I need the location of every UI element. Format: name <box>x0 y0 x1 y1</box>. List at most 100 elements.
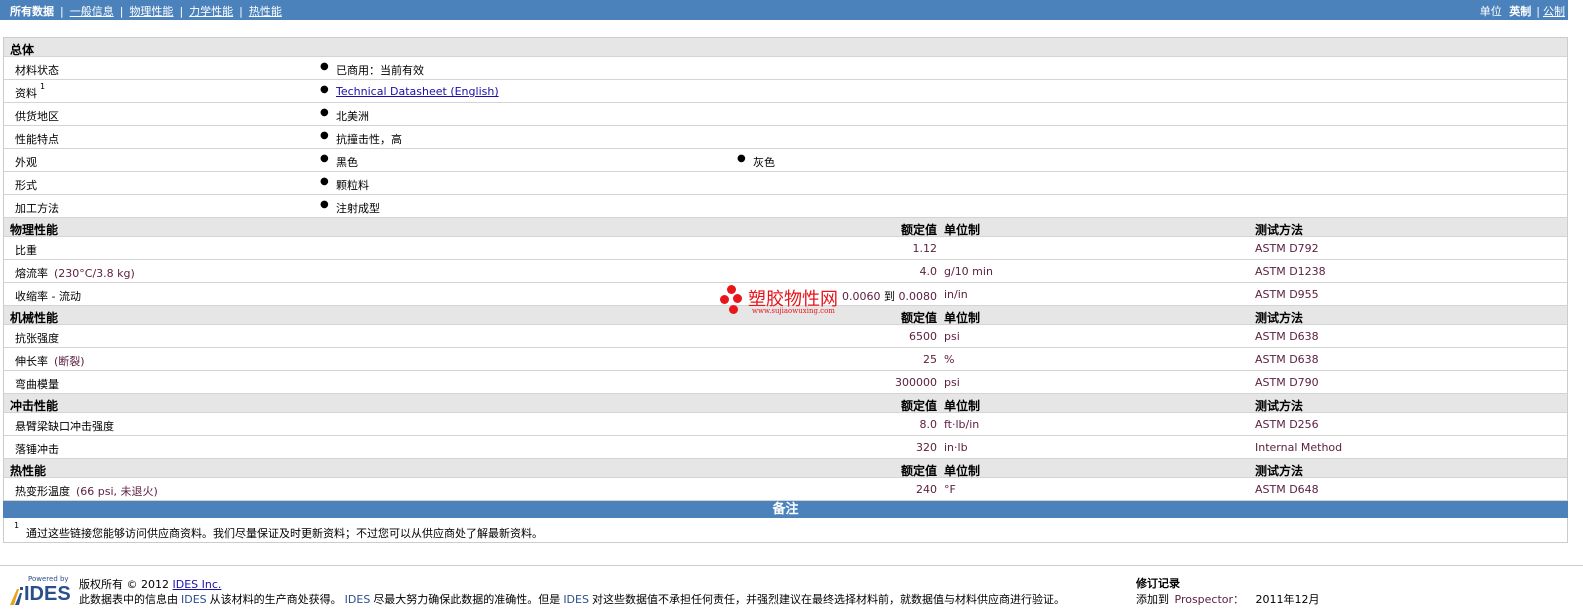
test-method: ASTM D955 <box>1255 288 1319 301</box>
tab-general-info[interactable]: 一般信息 <box>70 5 114 18</box>
property-label: 加工方法 <box>15 202 59 215</box>
column-header-test: 测试方法 <box>1255 464 1304 478</box>
datasheet-table: 总体 材料状态 ● 已商用：当前有效 资料1 ● Technical Datas… <box>3 37 1568 501</box>
tab-all-data[interactable]: 所有数据 <box>10 5 54 18</box>
column-header-unit: 单位制 <box>944 399 981 413</box>
ides-logo[interactable]: Powered by IDES <box>6 575 72 609</box>
section-title: 总体 <box>10 43 35 57</box>
revision-date: 2011年12月 <box>1255 593 1320 606</box>
bullet-icon: ● <box>320 199 329 210</box>
bullet-icon: ● <box>320 107 329 118</box>
property-row: 抗张强度 6500 psi ASTM D638 <box>4 325 1567 348</box>
test-method: ASTM D1238 <box>1255 265 1326 278</box>
general-row: 材料状态 ● 已商用：当前有效 <box>4 57 1567 80</box>
notes-header: 备注 <box>3 501 1568 518</box>
unit-label: 单位 <box>1479 5 1502 18</box>
section-header-general: 总体 <box>4 38 1567 57</box>
nominal-value: 4.0 <box>919 265 938 278</box>
test-method: ASTM D790 <box>1255 376 1319 389</box>
disclaimer-text: 尽最大努力确保此数据的准确性。但是 <box>373 593 561 606</box>
logo-powered-by: Powered by <box>28 575 69 583</box>
tab-physical[interactable]: 物理性能 <box>129 5 173 18</box>
unit-value: in/in <box>944 288 968 301</box>
tab-thermal[interactable]: 热性能 <box>249 5 282 18</box>
column-header-unit: 单位制 <box>944 464 981 478</box>
disclaimer-text: 对这些数据值不承担任何责任，并强烈建议在最终选择材料前，就数据值与材料供应商进行… <box>591 593 1065 606</box>
section-title: 机械性能 <box>10 311 59 325</box>
datasheet-link[interactable]: Technical Datasheet (English) <box>336 85 499 98</box>
test-method: ASTM D648 <box>1255 483 1319 496</box>
property-value: 注射成型 <box>336 202 380 215</box>
range-to: 0.0080 <box>898 290 938 303</box>
column-header-test: 测试方法 <box>1255 223 1304 237</box>
unit-separator: | <box>1536 5 1540 18</box>
test-method: ASTM D638 <box>1255 353 1319 366</box>
property-label: 形式 <box>15 179 37 192</box>
property-label: 熔流率 (230°C/3.8 kg) <box>15 265 135 281</box>
column-header-nominal: 额定值 <box>900 464 937 478</box>
property-row: 比重 1.12 ASTM D792 <box>4 237 1567 260</box>
ides-mark-icon <box>10 587 23 605</box>
column-header-test: 测试方法 <box>1255 399 1304 413</box>
disclaimer: 此数据表中的信息由 IDES 从该材料的生产商处获得。 IDES 尽最大努力确保此数据的… <box>79 591 1065 607</box>
tab-mechanical[interactable]: 力学性能 <box>189 5 233 18</box>
ides-name: IDES <box>563 593 589 606</box>
property-row: 落锤冲击 320 in·lb Internal Method <box>4 436 1567 459</box>
unit-value: psi <box>944 330 960 343</box>
note-row: 1 通过这些链接您能够访问供应商资料。我们尽量保证及时更新资料；不过您可以从供应… <box>3 518 1568 543</box>
column-header-nominal: 额定值 <box>900 223 937 237</box>
bullet-icon: ● <box>320 61 329 72</box>
unit-english[interactable]: 英制 <box>1509 5 1531 18</box>
prospector-label: Prospector： <box>1174 593 1245 606</box>
ides-link[interactable]: IDES Inc. <box>173 578 222 591</box>
revision-added-label: 添加到 <box>1136 593 1169 606</box>
property-label: 弯曲模量 <box>15 378 59 391</box>
watermark-dot <box>727 285 736 294</box>
test-method: ASTM D792 <box>1255 242 1319 255</box>
property-label-text: 热变形温度 <box>15 485 70 498</box>
property-row: 热变形温度 (66 psi, 未退火) 240 °F ASTM D648 <box>4 478 1567 501</box>
copyright: 版权所有 © 2012 IDES Inc. <box>79 576 221 592</box>
footnote-marker: 1 <box>40 82 46 91</box>
watermark-dot <box>720 295 729 304</box>
test-method: ASTM D256 <box>1255 418 1319 431</box>
property-label: 落锤冲击 <box>15 443 59 456</box>
tab-separator: | <box>179 5 184 18</box>
footnote-marker: 1 <box>14 521 20 530</box>
revision-title: 修订记录 <box>1136 577 1180 590</box>
property-condition: (66 psi, 未退火) <box>76 485 158 498</box>
property-label: 性能特点 <box>15 133 59 146</box>
property-value: 黑色 <box>336 156 358 169</box>
bullet-icon: ● <box>320 176 329 187</box>
unit-value: g/10 min <box>944 265 993 278</box>
nominal-value: 240 <box>916 483 937 496</box>
section-header-thermal: 热性能 额定值 单位制 测试方法 <box>4 459 1567 478</box>
property-value-secondary: 灰色 <box>753 156 775 169</box>
watermark-logo: 塑胶物性网 www.sujiaowuxing.com <box>720 283 860 323</box>
unit-switcher: 单位 英制 | 公制 <box>1480 3 1565 19</box>
ides-name: IDES <box>344 593 371 606</box>
note-text: 通过这些链接您能够访问供应商资料。我们尽量保证及时更新资料；不过您可以从供应商处… <box>26 527 543 540</box>
general-row: 供货地区 ● 北美洲 <box>4 103 1567 126</box>
nominal-value: 25 <box>923 353 937 366</box>
property-row: 熔流率 (230°C/3.8 kg) 4.0 g/10 min ASTM D123… <box>4 260 1567 283</box>
watermark-dot <box>733 294 742 303</box>
unit-metric-link[interactable]: 公制 <box>1543 5 1565 18</box>
property-label-text: 伸长率 <box>15 355 48 368</box>
property-row: 弯曲模量 300000 psi ASTM D790 <box>4 371 1567 394</box>
column-header-test: 测试方法 <box>1255 311 1304 325</box>
nominal-value: 8.0 <box>919 418 938 431</box>
column-header-nominal: 额定值 <box>900 399 937 413</box>
property-label-text: 熔流率 <box>15 267 48 280</box>
range-to-word: 到 <box>884 290 895 303</box>
property-label: 供货地区 <box>15 110 59 123</box>
data-tabs: 所有数据 | 一般信息 | 物理性能 | 力学性能 | 热性能 <box>10 3 282 19</box>
property-label: 抗张强度 <box>15 332 59 345</box>
property-value: 北美洲 <box>336 110 369 123</box>
bullet-icon: ● <box>320 130 329 141</box>
test-method: ASTM D638 <box>1255 330 1319 343</box>
column-header-nominal: 额定值 <box>900 311 937 325</box>
property-value: 已商用：当前有效 <box>336 64 424 77</box>
nominal-value: 6500 <box>909 330 937 343</box>
disclaimer-text: 此数据表中的信息由 <box>79 593 178 606</box>
